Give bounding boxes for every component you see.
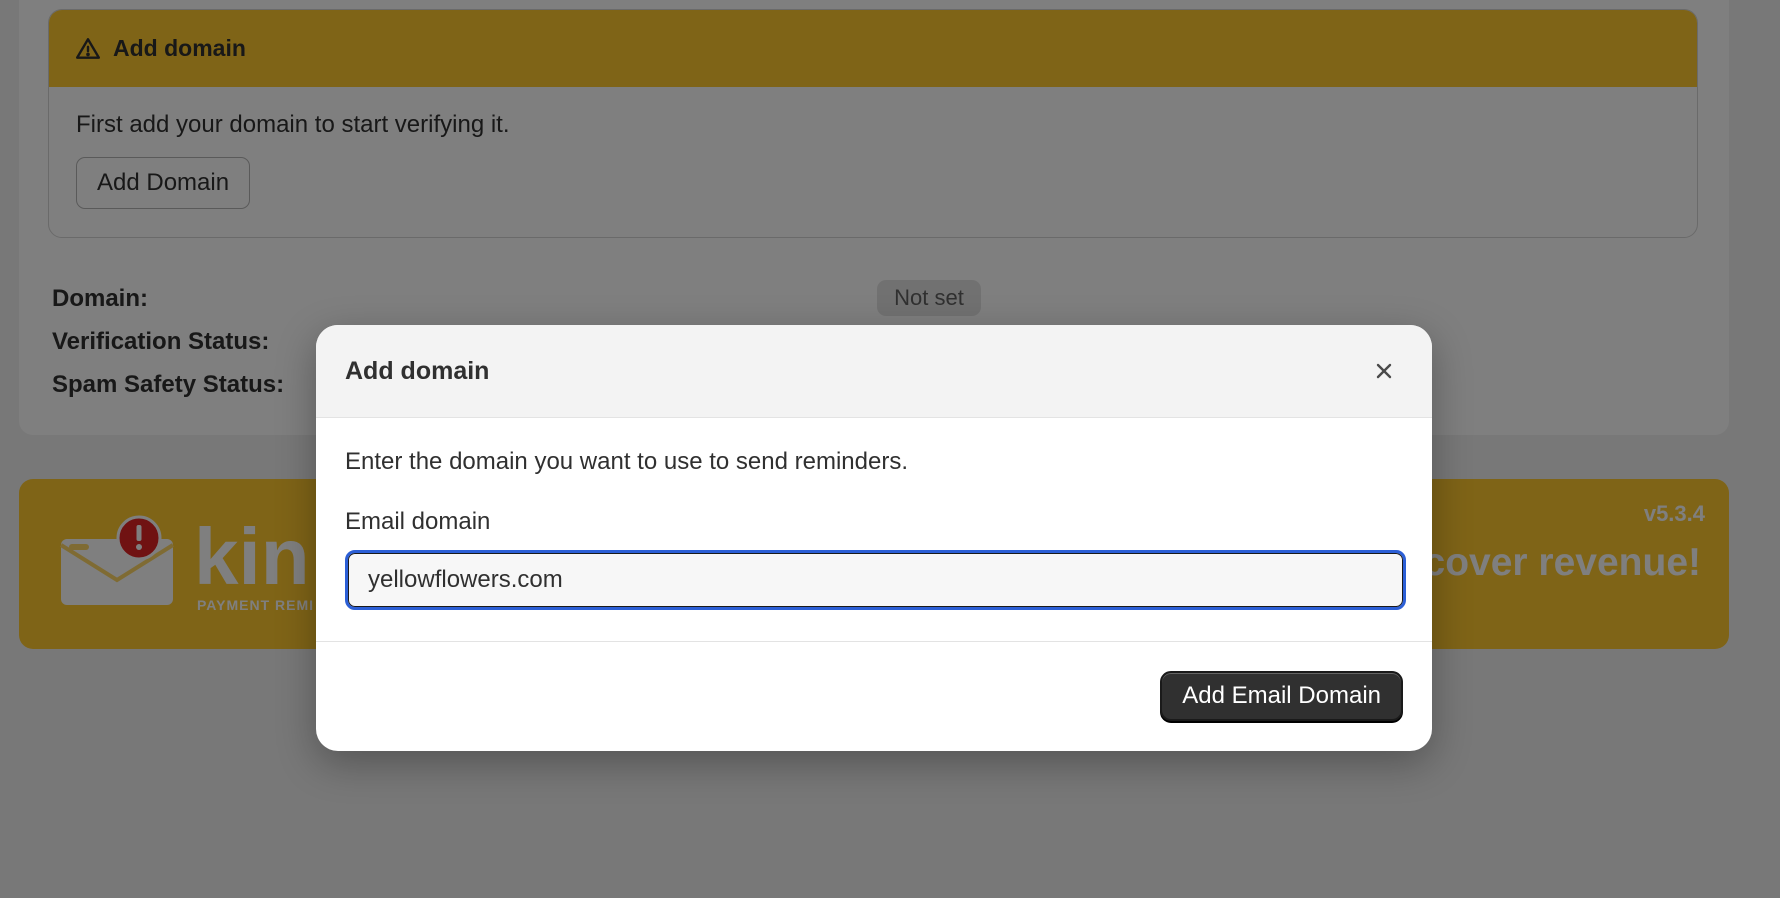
add-email-domain-button[interactable]: Add Email Domain bbox=[1160, 671, 1403, 721]
modal-title: Add domain bbox=[345, 356, 490, 385]
close-icon bbox=[1376, 363, 1392, 379]
modal-header: Add domain bbox=[316, 325, 1432, 418]
modal-description: Enter the domain you want to use to send… bbox=[345, 448, 908, 475]
modal-footer: Add Email Domain bbox=[316, 642, 1432, 750]
modal-body: Enter the domain you want to use to send… bbox=[316, 418, 1432, 642]
email-domain-label: Email domain bbox=[345, 508, 491, 535]
add-domain-modal: Add domain Enter the domain you want to … bbox=[316, 325, 1432, 751]
close-button[interactable] bbox=[1366, 353, 1402, 389]
email-domain-input[interactable] bbox=[345, 550, 1406, 610]
